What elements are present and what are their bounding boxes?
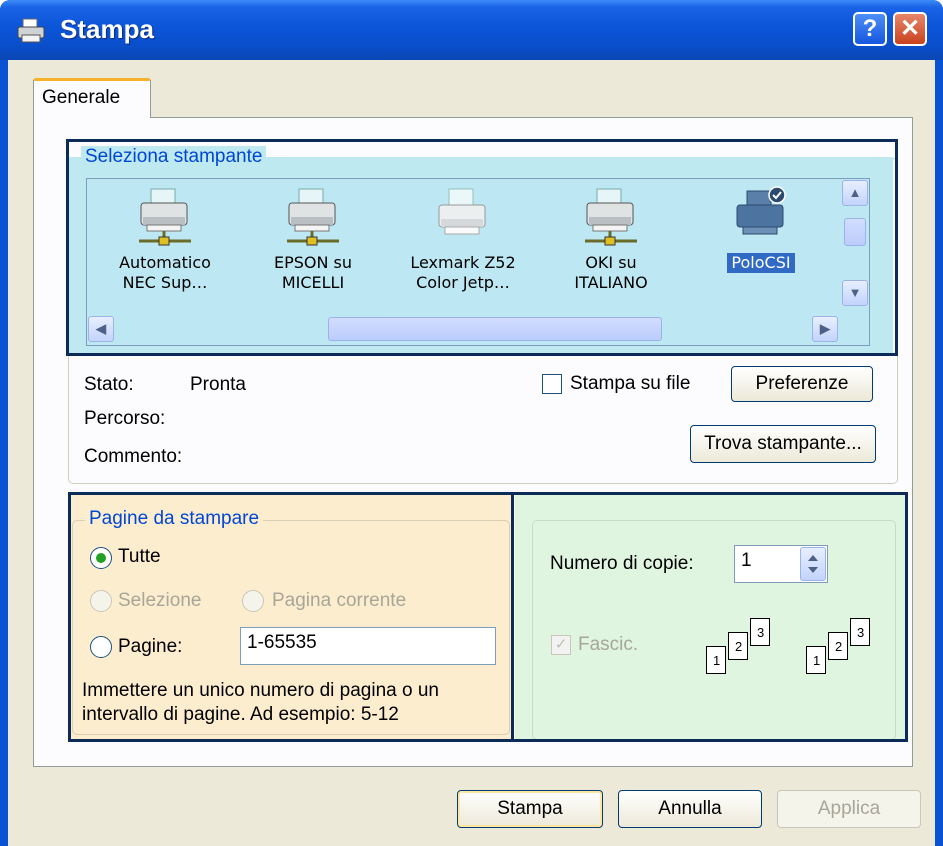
window-title: Stampa (60, 14, 154, 44)
print-to-file-label[interactable]: Stampa su file (570, 373, 690, 395)
apply-button[interactable]: Applica (777, 790, 921, 828)
annotation-divider (511, 492, 514, 742)
print-button[interactable]: Stampa (457, 790, 603, 828)
print-to-file-checkbox[interactable] (542, 374, 562, 394)
preferences-button[interactable]: Preferenze (731, 366, 873, 402)
comment-label: Commento: (84, 446, 183, 467)
print-dialog: Stampa ? ✕ Generale Seleziona stampante … (0, 0, 943, 846)
printer-icon (17, 18, 45, 43)
cancel-button[interactable]: Annulla (618, 790, 762, 828)
annotation-frame-options (68, 492, 908, 742)
tab-label: Generale (42, 87, 121, 108)
annotation-frame-printers (66, 139, 898, 356)
find-printer-button[interactable]: Trova stampante... (690, 425, 876, 463)
path-label: Percorso: (84, 408, 166, 429)
title-bar[interactable]: Stampa ? ✕ (0, 0, 943, 60)
close-button[interactable]: ✕ (893, 12, 927, 46)
status-label: Stato: (84, 374, 134, 395)
tab-generale[interactable]: Generale (33, 78, 151, 118)
help-button[interactable]: ? (853, 12, 887, 46)
status-value: Pronta (190, 374, 246, 395)
